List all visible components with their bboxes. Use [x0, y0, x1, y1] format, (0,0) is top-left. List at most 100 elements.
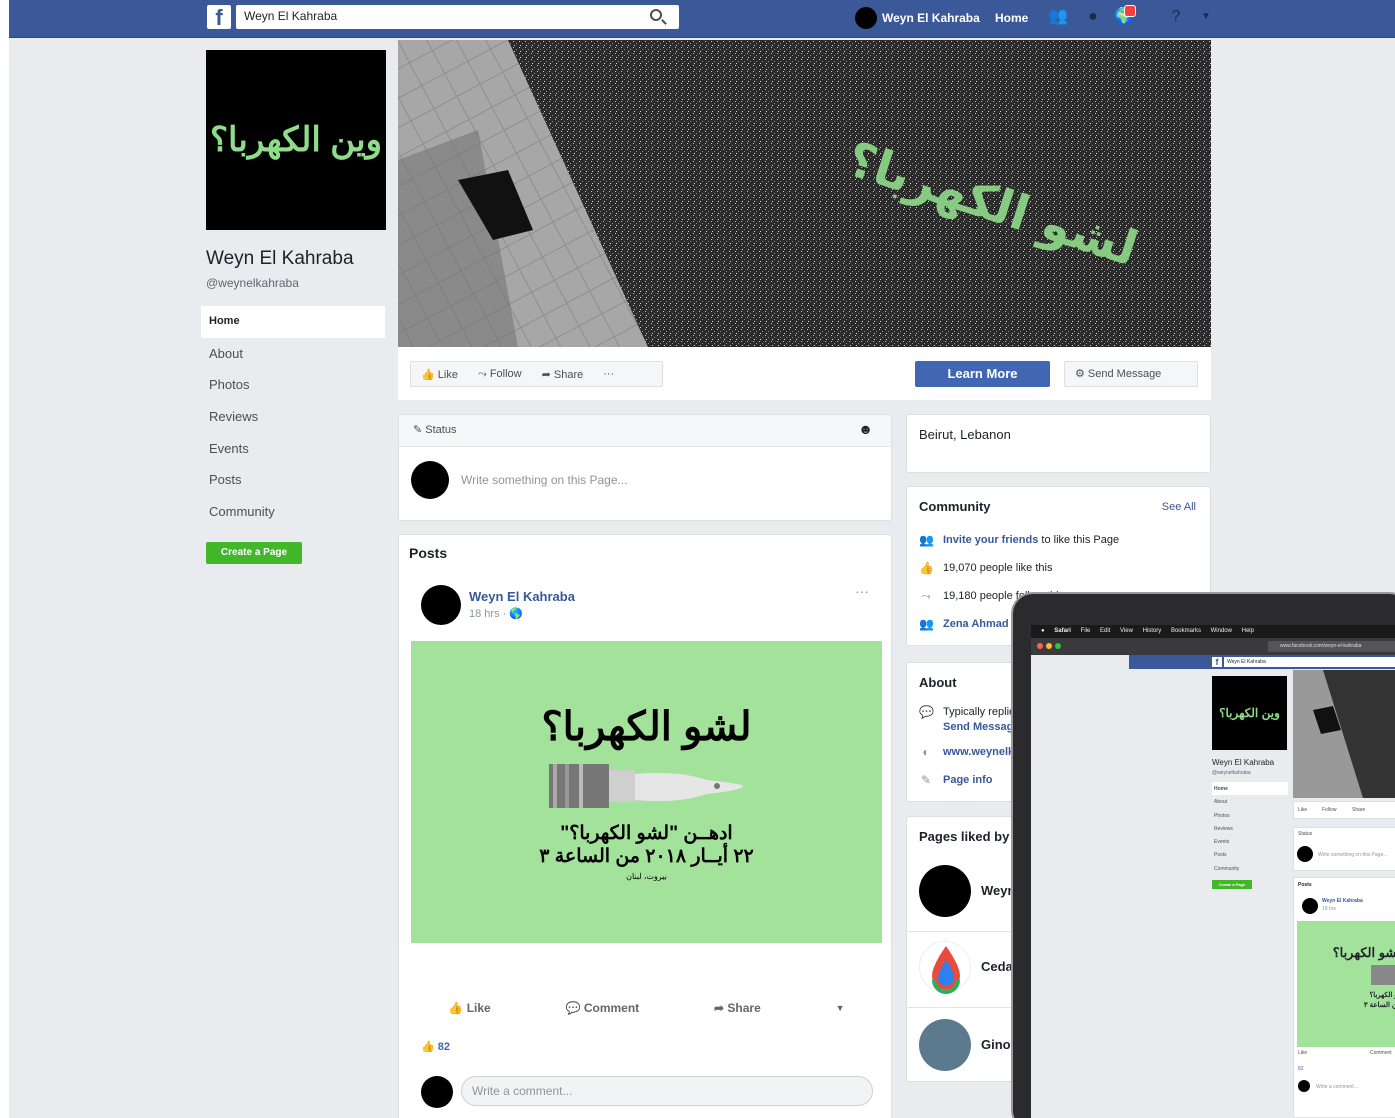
mini-post-like[interactable]: Like: [1298, 1050, 1307, 1056]
post-like-label: Like: [466, 1001, 491, 1015]
send-message-label: Send Message: [1087, 368, 1162, 380]
mini-search-input[interactable]: Weyn El Kahraba: [1224, 657, 1395, 667]
liked-page-avatar[interactable]: [919, 941, 971, 994]
post-share-button[interactable]: ➦ Share: [714, 1001, 761, 1015]
mini-nav-item-photos[interactable]: Photos: [1212, 809, 1288, 822]
mini-nav-item-about[interactable]: About: [1212, 795, 1288, 808]
create-page-button[interactable]: Create a Page: [206, 542, 302, 564]
post-image[interactable]: لشو الكهربا؟ ادهــن "لشو الكهربا؟" ٢٢ أي…: [411, 641, 882, 943]
page-title[interactable]: Weyn El Kahraba: [206, 248, 354, 270]
mini-cover-photo[interactable]: [1293, 670, 1395, 798]
reaction-count[interactable]: 👍 82: [421, 1040, 450, 1053]
nav-item-photos[interactable]: Photos: [201, 369, 385, 401]
chat-bubble-icon: 💬: [919, 705, 934, 719]
user-avatar[interactable]: [855, 7, 877, 29]
menu-file[interactable]: File: [1081, 628, 1091, 634]
mini-facebook-logo-icon[interactable]: f: [1212, 657, 1222, 667]
liked-page-avatar[interactable]: [919, 1019, 971, 1071]
nav-item-reviews[interactable]: Reviews: [201, 401, 385, 433]
post-author-link[interactable]: Weyn El Kahraba: [469, 589, 575, 604]
post-like-button[interactable]: 👍 Like: [448, 1001, 490, 1015]
post-audience-chevron-down-icon[interactable]: ▼: [836, 1003, 845, 1013]
nav-item-posts[interactable]: Posts: [201, 464, 385, 496]
about-send-message-link[interactable]: Send Message: [943, 721, 1019, 733]
mini-nav-item-reviews[interactable]: Reviews: [1212, 822, 1288, 835]
nav-item-community[interactable]: Community: [201, 496, 385, 528]
post-action-bar: 👍 Like 💬 Comment ➦ Share ▼: [411, 993, 882, 1023]
liked-page-avatar[interactable]: [919, 865, 971, 917]
comment-input[interactable]: Write a comment...: [461, 1076, 873, 1106]
invite-friends-link[interactable]: Invite your friends: [943, 534, 1038, 546]
page-username[interactable]: @weynelkahraba: [206, 276, 299, 290]
menu-history[interactable]: History: [1143, 628, 1162, 634]
learn-more-button[interactable]: Learn More: [915, 361, 1050, 387]
share-page-button[interactable]: ➦ Share: [532, 368, 594, 381]
mini-comment-input[interactable]: Write a comment...: [1316, 1084, 1358, 1090]
mini-create-page-button[interactable]: Create a Page: [1212, 880, 1252, 889]
close-window-icon[interactable]: [1037, 643, 1043, 649]
mini-share-button[interactable]: Share: [1352, 807, 1365, 813]
like-label: Like: [437, 368, 458, 381]
nav-item-about[interactable]: About: [201, 338, 385, 370]
more-options-button[interactable]: ···: [593, 368, 624, 380]
messenger-icon[interactable]: ●: [1083, 8, 1103, 26]
cover-photo[interactable]: لشو الكهربا؟: [398, 40, 1211, 347]
menu-safari[interactable]: Safari: [1054, 628, 1071, 634]
mini-page-username[interactable]: @weynelkahraba: [1212, 770, 1251, 776]
post-options-icon[interactable]: ···: [855, 583, 869, 599]
mini-post-image[interactable]: لشو الكهربا؟ و الكهربا؟" من الساعة ٣: [1297, 921, 1395, 1047]
mini-profile-picture[interactable]: وين الكهربا؟: [1212, 676, 1287, 750]
minimize-window-icon[interactable]: [1046, 643, 1052, 649]
post-timestamp[interactable]: 18 hrs · 🌎: [469, 607, 523, 620]
post-author-avatar[interactable]: [421, 585, 461, 625]
mini-nav-item-community[interactable]: Community: [1212, 862, 1288, 875]
search-icon[interactable]: [650, 9, 662, 21]
composer-input[interactable]: Write something on this Page...: [461, 473, 628, 487]
mini-post-comment[interactable]: Comment: [1370, 1050, 1392, 1056]
mini-reaction-count[interactable]: 82: [1298, 1066, 1304, 1072]
mini-nav-item-events[interactable]: Events: [1212, 835, 1288, 848]
nav-item-home[interactable]: Home: [201, 306, 385, 338]
menu-view[interactable]: View: [1120, 628, 1133, 634]
search-input[interactable]: Weyn El Kahraba: [236, 5, 679, 29]
status-tab[interactable]: ✎ Status: [413, 423, 456, 436]
mini-profile-text: وين الكهربا؟: [1219, 706, 1280, 720]
emoji-icon[interactable]: ☻: [858, 421, 873, 437]
follow-button[interactable]: ⤳ Follow: [468, 368, 532, 381]
mini-like-button[interactable]: Like: [1298, 807, 1307, 813]
post-comment-button[interactable]: 💬 Comment: [566, 1001, 640, 1015]
page-info-link[interactable]: Page info: [943, 774, 993, 786]
user-name-link[interactable]: Weyn El Kahraba: [882, 11, 980, 25]
like-page-button[interactable]: 👍 Like: [411, 368, 468, 381]
apple-icon[interactable]: ●: [1041, 628, 1045, 634]
account-menu-chevron-down-icon[interactable]: ▼: [1196, 8, 1216, 26]
mini-nav-item-home[interactable]: Home: [1212, 782, 1288, 796]
mini-status-tab[interactable]: Status: [1298, 831, 1312, 837]
send-message-button[interactable]: ⚙ Send Message: [1064, 361, 1198, 387]
mini-nav-item-posts[interactable]: Posts: [1212, 848, 1288, 861]
mini-post-time[interactable]: 18 hrs: [1322, 906, 1336, 912]
menu-edit[interactable]: Edit: [1100, 628, 1110, 634]
share-label: Share: [553, 368, 584, 381]
menu-bookmarks[interactable]: Bookmarks: [1171, 628, 1201, 634]
zoom-window-icon[interactable]: [1055, 643, 1061, 649]
post-share-label: Share: [727, 1001, 761, 1015]
help-icon[interactable]: ?: [1166, 8, 1186, 26]
profile-picture[interactable]: وين الكهربا؟: [206, 50, 386, 230]
mini-page-title[interactable]: Weyn El Kahraba: [1212, 758, 1274, 767]
mini-post-author[interactable]: Weyn El Kahraba: [1322, 898, 1363, 904]
home-link[interactable]: Home: [995, 11, 1028, 25]
mini-composer-input[interactable]: Write something on this Page...: [1318, 852, 1387, 858]
status-tab-label: Status: [425, 424, 457, 436]
nav-item-events[interactable]: Events: [201, 433, 385, 465]
friend-requests-icon[interactable]: 👥: [1048, 8, 1068, 26]
address-bar[interactable]: www.facebook.com/weyn-el-kahraba: [1268, 641, 1395, 652]
facebook-logo-icon[interactable]: f: [207, 5, 231, 30]
liked-page-name[interactable]: Gino: [981, 1037, 1011, 1052]
mini-follow-button[interactable]: Follow: [1322, 807, 1336, 813]
menu-window[interactable]: Window: [1211, 628, 1232, 634]
menu-help[interactable]: Help: [1242, 628, 1254, 634]
community-see-all-link[interactable]: See All: [1162, 501, 1196, 513]
friend-link[interactable]: Zena Ahmad: [943, 618, 1009, 630]
mini-post-avatar[interactable]: [1302, 898, 1318, 914]
